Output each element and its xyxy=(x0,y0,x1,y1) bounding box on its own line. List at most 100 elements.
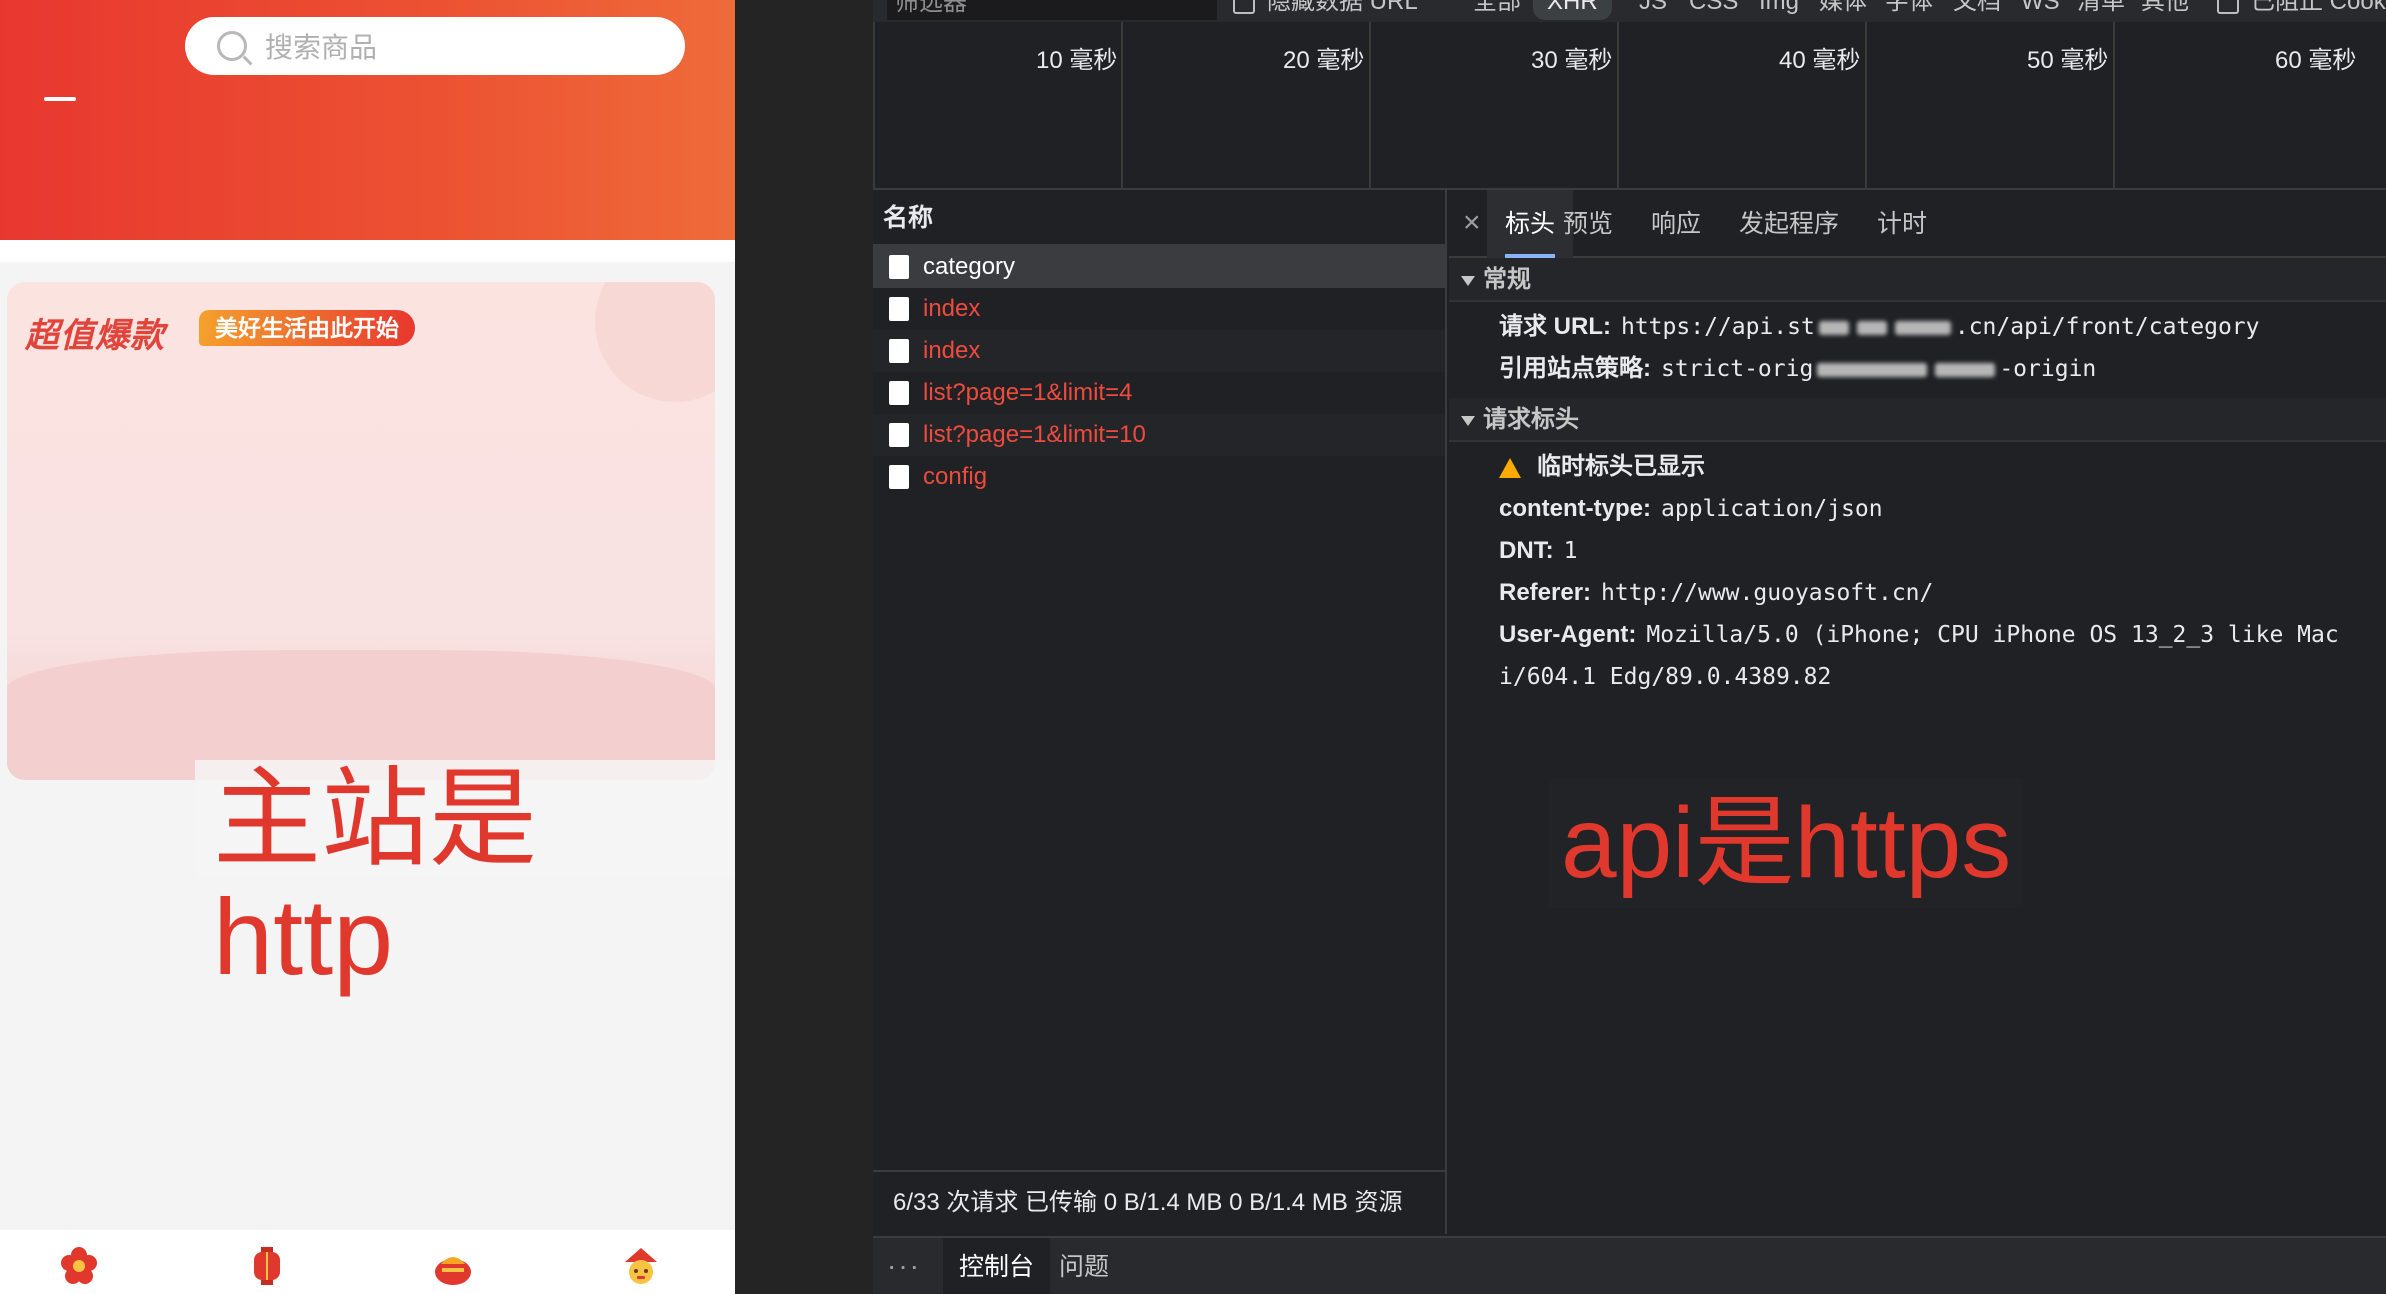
timeline-tick xyxy=(1121,22,1123,190)
blocked-cookies-label: 已阻止 Cookie xyxy=(2251,0,2386,15)
type-filter-font[interactable]: 字体 xyxy=(1885,0,1933,20)
filter-bar: 筛选器 隐藏数据 URL 全部 XHR JS CSS Img 媒体 字体 文档 … xyxy=(873,0,2386,22)
type-filter-all[interactable]: 全部 xyxy=(1473,0,1521,20)
bottom-drawer: ··· 控制台 问题 xyxy=(873,1236,2386,1294)
header-key: Referer: xyxy=(1499,579,1592,606)
timeline-tick-label: 20 毫秒 xyxy=(1283,47,1365,74)
menu-dash-icon[interactable] xyxy=(44,97,76,101)
more-icon[interactable]: ··· xyxy=(887,1238,921,1294)
header-row: Referer: http://www.guoyasoft.cn/ xyxy=(1449,572,2386,614)
type-filter-manifest[interactable]: 清单 xyxy=(2077,0,2125,20)
type-filter-xhr[interactable]: XHR xyxy=(1533,0,1612,20)
request-row[interactable]: category xyxy=(873,246,1445,288)
document-icon xyxy=(889,339,909,363)
type-filter-media[interactable]: 媒体 xyxy=(1819,0,1867,20)
tab-response[interactable]: 响应 xyxy=(1633,190,1719,258)
lantern-icon[interactable] xyxy=(247,1246,287,1286)
header-row: DNT: 1 xyxy=(1449,530,2386,572)
header-value: 1 xyxy=(1563,538,1578,564)
type-filter-img[interactable]: Img xyxy=(1759,0,1799,20)
request-row[interactable]: index xyxy=(873,330,1445,372)
type-filter-css[interactable]: CSS xyxy=(1689,0,1738,20)
header-value: http://www.guoyasoft.cn/ xyxy=(1601,580,1934,606)
timeline-tick xyxy=(873,22,875,190)
tab-preview[interactable]: 预览 xyxy=(1545,190,1631,258)
decoration xyxy=(595,282,715,402)
collapse-triangle-icon xyxy=(1461,275,1475,286)
timeline-overview[interactable]: 10 毫秒 20 毫秒 30 毫秒 40 毫秒 50 毫秒 60 毫秒 xyxy=(873,22,2386,190)
general-section-title: 常规 xyxy=(1483,266,1531,293)
timeline-tick xyxy=(1865,22,1867,190)
request-row[interactable]: index xyxy=(873,288,1445,330)
timeline-tick xyxy=(1369,22,1371,190)
search-placeholder: 搜索商品 xyxy=(265,32,378,63)
request-headers-section-header[interactable]: 请求标头 xyxy=(1449,398,2386,442)
hot-deals-title: 超值爆款 xyxy=(25,317,165,355)
hot-deals-card[interactable]: 超值爆款 美好生活由此开始 xyxy=(7,282,715,780)
filter-input[interactable]: 筛选器 xyxy=(887,0,1217,20)
request-row[interactable]: config xyxy=(873,456,1445,498)
name-column-header[interactable]: 名称 xyxy=(873,190,1445,246)
header-value: application/json xyxy=(1661,496,1883,522)
header-value: Mozilla/5.0 (iPhone; CPU iPhone OS 13_2_… xyxy=(1646,622,2339,648)
request-row[interactable]: list?page=1&limit=4 xyxy=(873,372,1445,414)
request-row[interactable]: list?page=1&limit=10 xyxy=(873,414,1445,456)
hot-deals-tag: 美好生活由此开始 xyxy=(199,310,415,346)
tab-issues[interactable]: 问题 xyxy=(1043,1238,1125,1294)
bag-icon[interactable] xyxy=(433,1246,473,1286)
redaction xyxy=(1817,362,1928,377)
redaction xyxy=(1894,320,1951,335)
referrer-policy-start: strict-orig xyxy=(1661,356,1814,382)
bottom-tab-bar xyxy=(0,1230,735,1294)
document-icon xyxy=(889,381,909,405)
type-filter-other[interactable]: 其他 xyxy=(2141,0,2189,20)
network-summary: 6/33 次请求 已传输 0 B/1.4 MB 0 B/1.4 MB 资源 xyxy=(873,1170,1447,1234)
flower-icon[interactable] xyxy=(59,1246,99,1286)
referrer-policy-label: 引用站点策略: xyxy=(1499,355,1651,382)
header-row: User-Agent: Mozilla/5.0 (iPhone; CPU iPho… xyxy=(1449,614,2386,656)
header-key: User-Agent: xyxy=(1499,621,1637,648)
request-detail-pane: × 标头 预览 响应 发起程序 计时 常规 请求 URL: https://api… xyxy=(1449,190,2386,1234)
cat-icon[interactable] xyxy=(621,1246,661,1286)
request-url-row: 请求 URL: https://api.st .cn/api/front/categ… xyxy=(1449,306,2386,348)
type-filter-doc[interactable]: 文档 xyxy=(1953,0,2001,20)
request-list: 名称 category index index list?page=1&limi… xyxy=(873,190,1447,1170)
request-name: category xyxy=(923,253,1016,280)
redaction xyxy=(1818,320,1849,335)
blocked-cookies-toggle[interactable]: 已阻止 Cookie xyxy=(2217,0,2386,20)
close-icon[interactable]: × xyxy=(1463,206,1481,240)
hide-data-url-label: 隐藏数据 URL xyxy=(1267,0,1418,15)
type-filter-ws[interactable]: WS xyxy=(2021,0,2060,20)
request-name: index xyxy=(923,337,981,364)
timeline-tick-label: 50 毫秒 xyxy=(2027,47,2109,74)
timeline-tick xyxy=(1617,22,1619,190)
hide-data-url-toggle[interactable]: 隐藏数据 URL xyxy=(1233,0,1418,20)
general-section-header[interactable]: 常规 xyxy=(1449,258,2386,302)
type-filter-js[interactable]: JS xyxy=(1639,0,1667,20)
tab-console[interactable]: 控制台 xyxy=(943,1238,1051,1294)
tab-timing[interactable]: 计时 xyxy=(1859,190,1945,258)
request-name: list?page=1&limit=10 xyxy=(923,421,1146,448)
divider xyxy=(0,240,735,262)
referrer-policy-row: 引用站点策略: strict-orig -origin xyxy=(1449,348,2386,390)
request-url-start: https://api.st xyxy=(1620,314,1815,340)
checkbox-icon[interactable] xyxy=(2217,0,2239,14)
annotation-https: api是https xyxy=(1549,778,2024,908)
referrer-policy-end: -origin xyxy=(1999,356,2097,382)
timeline-tick-label: 10 毫秒 xyxy=(1036,47,1118,74)
timeline-tick-label: 30 毫秒 xyxy=(1531,47,1613,74)
provisional-headers-warning: 临时标头已显示 xyxy=(1449,446,2386,488)
search-input[interactable]: 搜索商品 xyxy=(185,17,685,75)
timeline-tick-label: 40 毫秒 xyxy=(1779,47,1861,74)
document-icon xyxy=(889,297,909,321)
document-icon xyxy=(889,423,909,447)
request-name: list?page=1&limit=4 xyxy=(923,379,1133,406)
collapse-triangle-icon xyxy=(1461,415,1475,426)
checkbox-icon[interactable] xyxy=(1233,0,1255,14)
warning-icon xyxy=(1499,457,1521,478)
tab-initiator[interactable]: 发起程序 xyxy=(1721,190,1857,258)
request-name: index xyxy=(923,295,981,322)
request-headers-title: 请求标头 xyxy=(1483,406,1579,433)
devtools-network-panel: 筛选器 隐藏数据 URL 全部 XHR JS CSS Img 媒体 字体 文档 … xyxy=(873,0,2386,1294)
header-row: content-type: application/json xyxy=(1449,488,2386,530)
